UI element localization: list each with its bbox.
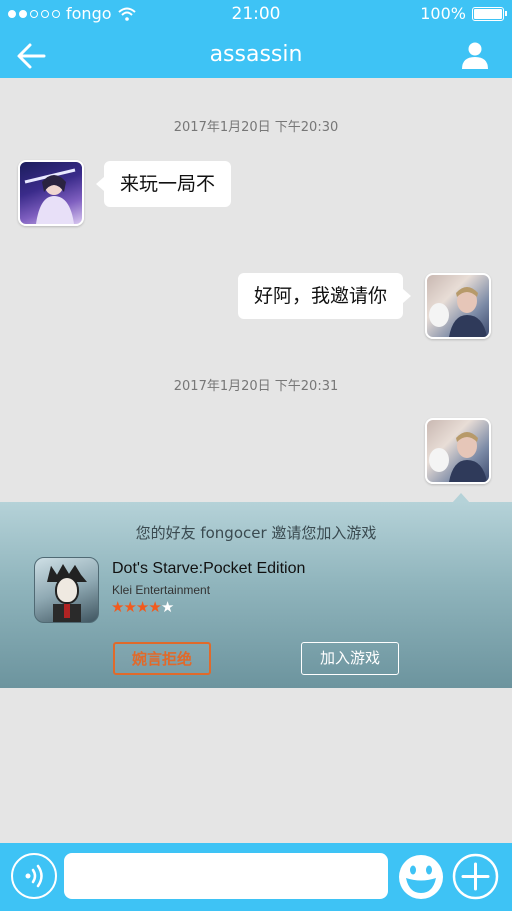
photo-avatar-art: [429, 287, 487, 337]
star-icon: ★: [135, 598, 149, 616]
join-game-button[interactable]: 加入游戏: [301, 642, 399, 675]
star-icon: ★: [148, 598, 161, 616]
game-title[interactable]: Dot's Starve:Pocket Edition: [112, 560, 305, 578]
decline-button[interactable]: 婉言拒绝: [113, 642, 211, 675]
star-empty-icon: ★: [160, 598, 174, 616]
photo-avatar-art: [429, 432, 487, 482]
message-bubble-sent[interactable]: 好阿，我邀请你: [237, 273, 412, 319]
invite-message: 您的好友 fongocer 邀请您加入游戏: [135, 524, 377, 542]
status-bar: fongo 21:00 100%: [0, 4, 512, 26]
input-bar: [0, 843, 512, 911]
emoji-icon[interactable]: [397, 853, 445, 901]
message-bubble-received[interactable]: 来玩一局不: [95, 161, 232, 207]
battery-percent: 100%: [420, 4, 466, 23]
contact-avatar[interactable]: [18, 160, 84, 226]
battery-icon: [472, 6, 507, 21]
anime-avatar-art: [24, 168, 76, 224]
voice-icon[interactable]: [11, 853, 57, 899]
nav-bar: assassin: [0, 34, 512, 78]
message-timestamp: 2017年1月20日 下午20:30: [173, 120, 339, 135]
user-avatar[interactable]: [425, 273, 491, 339]
card-pointer: [452, 493, 470, 503]
game-developer: Klei Entertainment: [112, 583, 211, 597]
user-avatar[interactable]: [425, 418, 491, 484]
plus-icon[interactable]: [452, 853, 499, 900]
message-timestamp: 2017年1月20日 下午20:31: [173, 379, 339, 394]
message-input[interactable]: [64, 853, 388, 899]
chat-title: assassin: [209, 42, 303, 67]
game-invite-card: 您的好友 fongocer 邀请您加入游戏 Dot's Starve:Pocke…: [0, 493, 512, 688]
star-rating: ★★★★★: [111, 598, 174, 616]
game-icon[interactable]: [34, 557, 99, 623]
star-icon: ★: [123, 598, 136, 616]
top-bar: fongo 21:00 100% assassin: [0, 0, 512, 78]
person-icon[interactable]: [460, 40, 490, 70]
star-icon: ★: [111, 598, 124, 616]
